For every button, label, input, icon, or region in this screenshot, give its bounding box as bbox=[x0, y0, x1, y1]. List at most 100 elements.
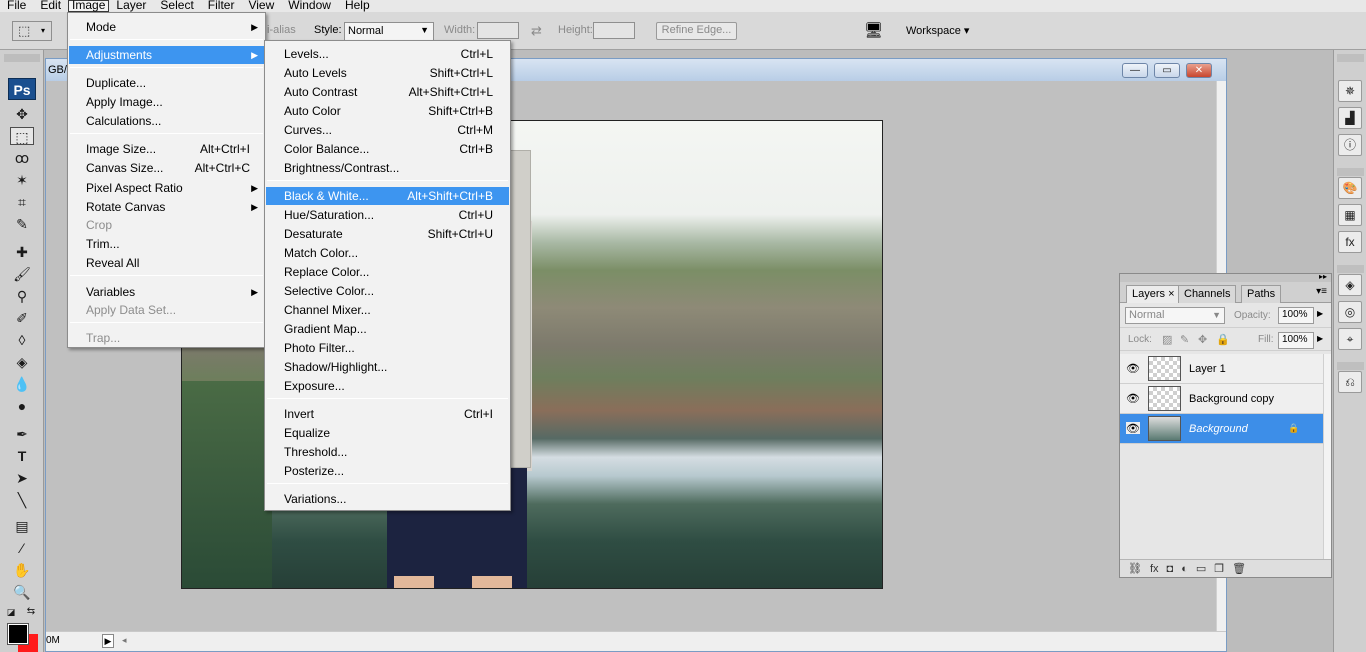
histogram-icon[interactable]: ▟ bbox=[1338, 107, 1362, 129]
menu-item-shadow-highlight[interactable]: Shadow/Highlight... bbox=[266, 358, 509, 376]
menu-item-levels[interactable]: Levels... Ctrl+L bbox=[266, 45, 509, 63]
menu-item-replace-color[interactable]: Replace Color... bbox=[266, 263, 509, 281]
layer-row-selected[interactable]: 👁 Background 🔒 bbox=[1120, 414, 1323, 444]
menu-image[interactable]: Image bbox=[68, 0, 110, 12]
styles-icon[interactable]: fx bbox=[1338, 231, 1362, 253]
visibility-eye-icon[interactable]: 👁 bbox=[1126, 392, 1140, 405]
eraser-tool-icon[interactable]: ◊ bbox=[10, 331, 34, 349]
menu-item-gradient-map[interactable]: Gradient Map... bbox=[266, 320, 509, 338]
info-icon[interactable]: ⓘ bbox=[1338, 134, 1362, 156]
lock-position-icon[interactable]: ✥ bbox=[1198, 333, 1207, 346]
navigator-icon[interactable]: ✵ bbox=[1338, 80, 1362, 102]
tab-paths[interactable]: Paths bbox=[1241, 285, 1282, 303]
fx-icon[interactable]: fx bbox=[1150, 563, 1159, 575]
menu-item-color-balance[interactable]: Color Balance... Ctrl+B bbox=[266, 140, 509, 158]
fill-input[interactable]: 100% bbox=[1278, 332, 1314, 349]
close-button[interactable]: ✕ bbox=[1186, 63, 1212, 78]
lock-all-icon[interactable]: 🔒 bbox=[1216, 333, 1230, 346]
dock-grip[interactable] bbox=[1337, 362, 1364, 370]
magic-wand-icon[interactable]: ✶ bbox=[10, 171, 34, 189]
new-layer-icon[interactable]: ❐ bbox=[1214, 562, 1224, 575]
menu-edit[interactable]: Edit bbox=[33, 0, 68, 12]
menu-item-reveal-all[interactable]: Reveal All bbox=[69, 254, 264, 272]
menu-item-auto-levels[interactable]: Auto Levels Shift+Ctrl+L bbox=[266, 64, 509, 82]
menu-item-equalize[interactable]: Equalize bbox=[266, 424, 509, 442]
menu-item-mode[interactable]: Mode ▶ bbox=[69, 18, 264, 36]
visibility-eye-icon[interactable]: 👁 bbox=[1126, 362, 1140, 375]
dodge-tool-icon[interactable]: ● bbox=[10, 397, 34, 415]
menu-select[interactable]: Select bbox=[153, 0, 200, 12]
menu-item-pixel-aspect-ratio[interactable]: Pixel Aspect Ratio ▶ bbox=[69, 179, 264, 197]
crop-tool-icon[interactable]: ⌗ bbox=[10, 193, 34, 211]
height-input[interactable] bbox=[593, 22, 635, 39]
menu-file[interactable]: File bbox=[0, 0, 33, 12]
default-colors-icon[interactable]: ◪ bbox=[4, 606, 18, 618]
paths-icon[interactable]: ⌖ bbox=[1338, 328, 1362, 350]
menu-item-variables[interactable]: Variables ▶ bbox=[69, 283, 264, 301]
refine-edge-button[interactable]: Refine Edge... bbox=[656, 22, 737, 40]
menu-item-match-color[interactable]: Match Color... bbox=[266, 244, 509, 262]
menu-item-apply-image[interactable]: Apply Image... bbox=[69, 93, 264, 111]
workspace-button[interactable]: Workspace ▾ bbox=[906, 24, 969, 37]
notes-tool-icon[interactable]: ▤ bbox=[10, 517, 34, 535]
marquee-tool-icon[interactable]: ⬚ bbox=[10, 127, 34, 145]
dock-grip[interactable] bbox=[1337, 54, 1364, 62]
tab-layers[interactable]: Layers × bbox=[1126, 285, 1181, 303]
menu-item-calculations[interactable]: Calculations... bbox=[69, 112, 264, 130]
menu-item-threshold[interactable]: Threshold... bbox=[266, 443, 509, 461]
hand-tool-icon[interactable]: ✋ bbox=[10, 561, 34, 579]
history-icon[interactable]: ⎌ bbox=[1338, 371, 1362, 393]
bridge-icon[interactable]: 🖥 bbox=[864, 21, 883, 39]
menu-item-auto-color[interactable]: Auto Color Shift+Ctrl+B bbox=[266, 102, 509, 120]
menu-window[interactable]: Window bbox=[281, 0, 338, 12]
line-tool-icon[interactable]: ╲ bbox=[10, 491, 34, 509]
pen-tool-icon[interactable]: ✒ bbox=[10, 425, 34, 443]
layers-icon[interactable]: ◈ bbox=[1338, 274, 1362, 296]
foreground-color-swatch[interactable] bbox=[7, 623, 29, 645]
lasso-tool-icon[interactable]: ꝏ bbox=[10, 149, 34, 167]
maximize-button[interactable]: ▭ bbox=[1154, 63, 1180, 78]
mask-icon[interactable]: ◘ bbox=[1167, 563, 1174, 575]
status-menu-arrow-icon[interactable]: ▶ bbox=[102, 634, 114, 648]
lock-image-icon[interactable]: ✎ bbox=[1180, 333, 1189, 346]
swatches-icon[interactable]: ▦ bbox=[1338, 204, 1362, 226]
menu-item-auto-contrast[interactable]: Auto Contrast Alt+Shift+Ctrl+L bbox=[266, 83, 509, 101]
width-input[interactable] bbox=[477, 22, 519, 39]
menu-item-channel-mixer[interactable]: Channel Mixer... bbox=[266, 301, 509, 319]
menu-item-invert[interactable]: Invert Ctrl+I bbox=[266, 405, 509, 423]
menu-help[interactable]: Help bbox=[338, 0, 377, 12]
menu-item-rotate-canvas[interactable]: Rotate Canvas ▶ bbox=[69, 198, 264, 216]
tool-preset-picker[interactable]: ⬚ ▾ bbox=[12, 21, 52, 41]
healing-brush-icon[interactable]: ✚ bbox=[10, 243, 34, 261]
blend-mode-select[interactable]: Normal ▼ bbox=[1125, 307, 1225, 324]
menu-item-selective-color[interactable]: Selective Color... bbox=[266, 282, 509, 300]
eyedropper-icon[interactable]: ⁄ bbox=[10, 539, 34, 557]
move-tool-icon[interactable]: ✥ bbox=[10, 105, 34, 123]
menu-filter[interactable]: Filter bbox=[201, 0, 242, 12]
menu-item-hue-saturation[interactable]: Hue/Saturation... Ctrl+U bbox=[266, 206, 509, 224]
panel-menu-icon[interactable]: ▾≡ bbox=[1316, 286, 1327, 297]
adjustment-icon[interactable]: ◐ bbox=[1181, 563, 1188, 575]
menu-item-canvas-size[interactable]: Canvas Size... Alt+Ctrl+C bbox=[69, 159, 264, 177]
paint-bucket-icon[interactable]: ◈ bbox=[10, 353, 34, 371]
brush-tool-icon[interactable]: 🖌 bbox=[10, 265, 34, 283]
zoom-tool-icon[interactable]: 🔍 bbox=[10, 583, 34, 601]
swap-icon[interactable]: ⇄ bbox=[531, 23, 542, 39]
menu-item-curves[interactable]: Curves... Ctrl+M bbox=[266, 121, 509, 139]
color-icon[interactable]: 🎨 bbox=[1338, 177, 1362, 199]
menu-item-adjustments[interactable]: Adjustments ▶ bbox=[69, 46, 264, 64]
tab-channels[interactable]: Channels bbox=[1178, 285, 1237, 303]
menu-view[interactable]: View bbox=[241, 0, 281, 12]
menu-item-variations[interactable]: Variations... bbox=[266, 490, 509, 508]
lock-transparent-icon[interactable]: ▨ bbox=[1162, 333, 1172, 346]
layer-row[interactable]: 👁 Layer 1 bbox=[1120, 354, 1323, 384]
link-icon[interactable]: ⛓ bbox=[1128, 562, 1142, 575]
blur-tool-icon[interactable]: 💧 bbox=[10, 375, 34, 393]
fill-arrow-icon[interactable]: ▶ bbox=[1317, 334, 1323, 343]
path-selection-icon[interactable]: ➤ bbox=[10, 469, 34, 487]
folder-icon[interactable]: ▭ bbox=[1196, 562, 1206, 575]
menu-layer[interactable]: Layer bbox=[109, 0, 153, 12]
layers-scrollbar[interactable] bbox=[1323, 354, 1331, 559]
swap-colors-icon[interactable]: ⇆ bbox=[24, 606, 38, 618]
layer-row[interactable]: 👁 Background copy bbox=[1120, 384, 1323, 414]
